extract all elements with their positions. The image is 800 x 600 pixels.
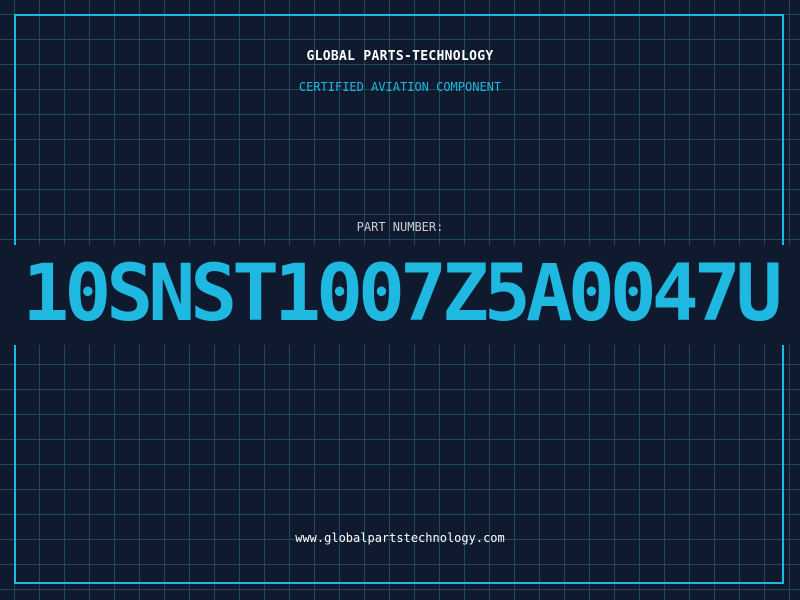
company-name: GLOBAL PARTS-TECHNOLOGY xyxy=(306,49,494,64)
part-number-label: PART NUMBER: xyxy=(356,220,444,234)
part-number-value: 10SNST1007Z5A0047U xyxy=(22,249,782,339)
website-url: www.globalpartstechnology.com xyxy=(295,531,505,545)
certification-subtitle: CERTIFIED AVIATION COMPONENT xyxy=(298,80,502,94)
